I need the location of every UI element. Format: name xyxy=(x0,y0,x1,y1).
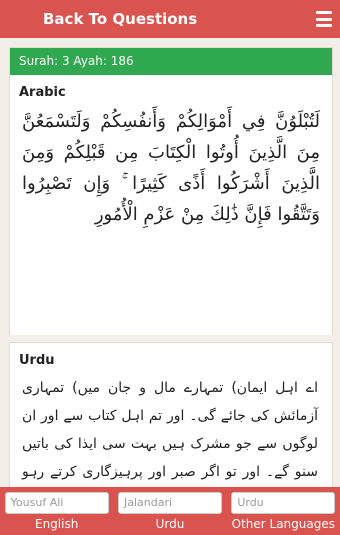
urdu-translation-text: اے اہل ایمان) تمہارے مال و جان میں) تمہا… xyxy=(22,380,318,493)
content-area[interactable]: Surah: 3 Ayah: 186 Arabic لَتُبْلَوُنَّ … xyxy=(0,38,340,493)
arabic-title: Arabic xyxy=(19,85,66,100)
urdu-translator-field[interactable]: Jalandari xyxy=(117,492,222,514)
other-languages-label: Other Languages xyxy=(231,517,335,531)
other-language-field[interactable]: Urdu xyxy=(231,492,336,514)
urdu-card: Urdu اے اہل ایمان) تمہارے مال و جان میں)… xyxy=(9,342,333,493)
hamburger-menu-icon[interactable] xyxy=(316,11,332,27)
menu-line xyxy=(316,24,332,27)
urdu-title: Urdu xyxy=(19,353,55,368)
urdu-label: Urdu xyxy=(155,517,185,531)
translation-selector-bar: Yousuf Ali English Jalandari Urdu Urdu O… xyxy=(0,487,340,535)
arabic-verse-text: لَتُبْلَوُنَّ فِي أَمْوَالِكُمْ وَأَنفُس… xyxy=(22,111,320,225)
urdu-translator-selector: Jalandari Urdu xyxy=(116,492,223,531)
top-bar: Back To Questions xyxy=(0,0,340,38)
other-language-selector: Urdu Other Languages xyxy=(230,492,337,531)
menu-line xyxy=(316,17,332,21)
arabic-card: Surah: 3 Ayah: 186 Arabic لَتُبْلَوُنَّ … xyxy=(9,47,333,336)
surah-ayah-reference: Surah: 3 Ayah: 186 xyxy=(10,48,332,75)
menu-line xyxy=(316,11,332,14)
english-translator-field[interactable]: Yousuf Ali xyxy=(4,492,109,514)
back-to-questions-button[interactable]: Back To Questions xyxy=(43,10,197,28)
english-translator-selector: Yousuf Ali English xyxy=(3,492,110,531)
english-label: English xyxy=(34,517,79,531)
